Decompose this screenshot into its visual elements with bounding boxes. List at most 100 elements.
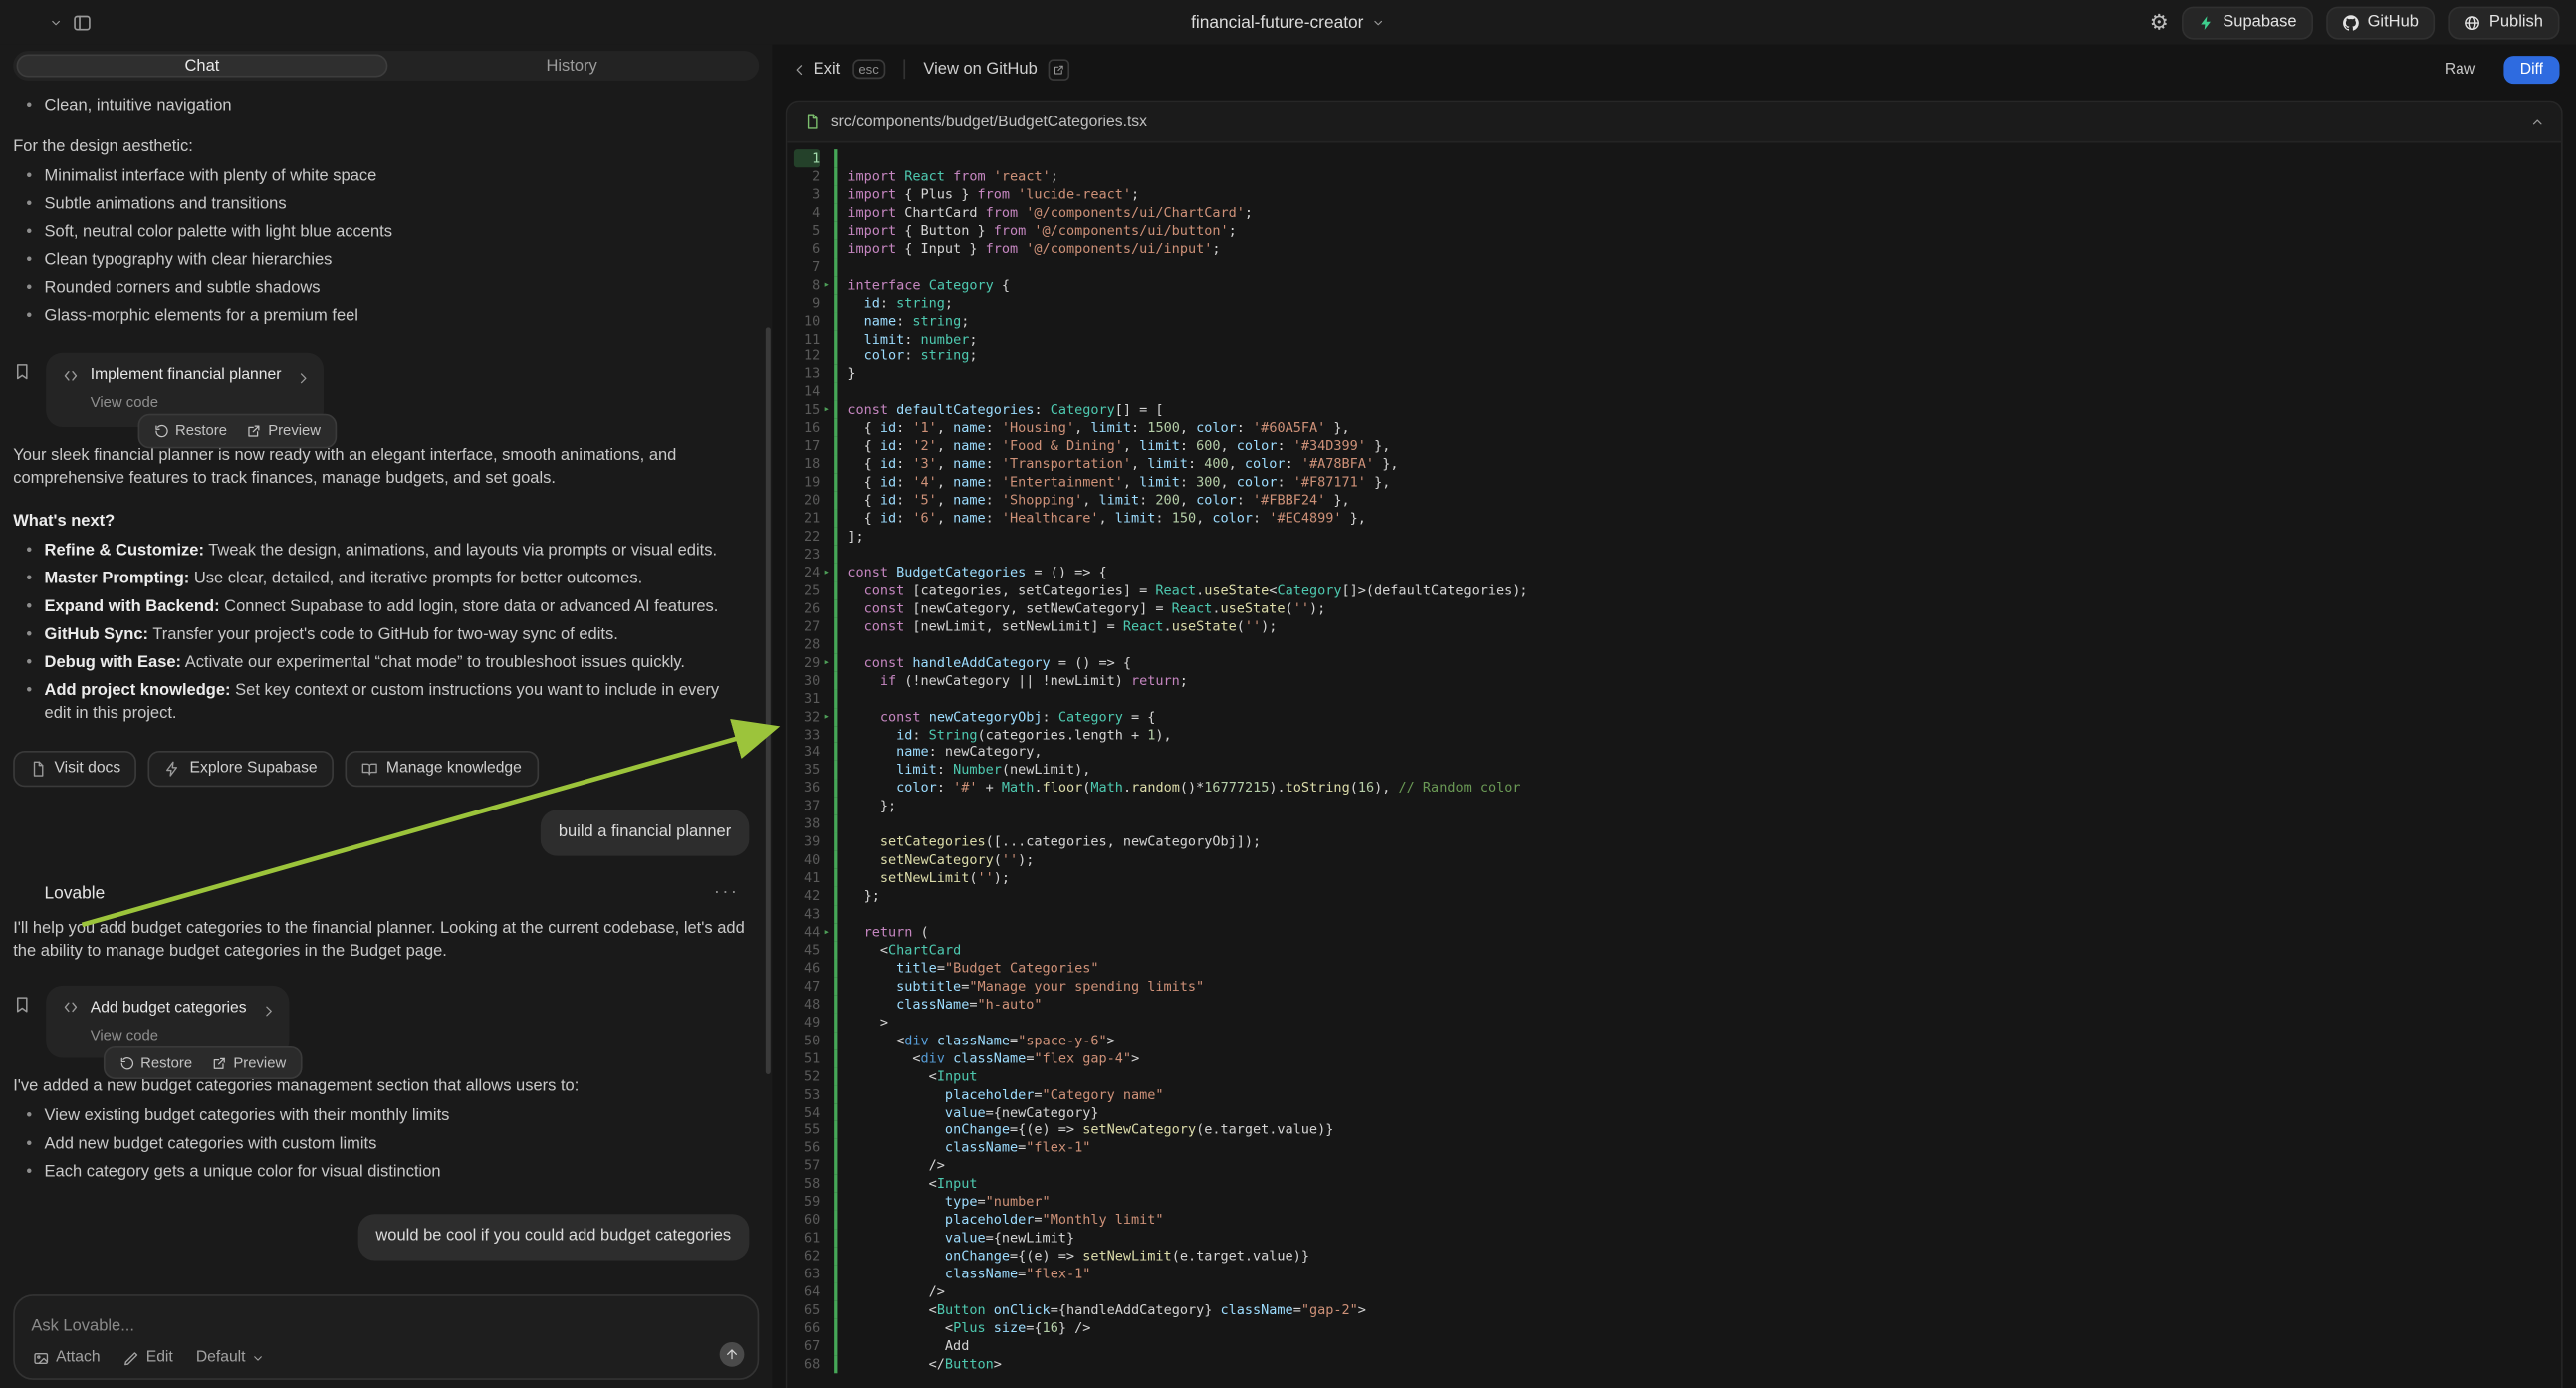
code-text: subtitle="Manage your spending limits": [834, 977, 2561, 995]
code-text: };: [834, 798, 2561, 815]
exit-button[interactable]: Exit: [792, 60, 840, 78]
edit-card-title-row: Add budget categories: [63, 997, 247, 1019]
chevron-up-icon[interactable]: [2530, 115, 2545, 129]
code-text: const defaultCategories: Category[] = [: [834, 401, 2561, 419]
message-menu-icon[interactable]: ···: [714, 881, 740, 906]
fold-spacer: [820, 330, 834, 347]
chat-messages[interactable]: Clean, intuitive navigation For the desi…: [0, 81, 772, 1284]
code-line: 25 const [categories, setCategories] = R…: [794, 581, 2561, 599]
restore-label: Restore: [175, 421, 227, 442]
fold-spacer: [820, 239, 834, 257]
diff-toggle-button[interactable]: Diff: [2503, 55, 2559, 83]
code-viewer[interactable]: 1 2import React from 'react';3import { P…: [787, 143, 2561, 1388]
restore-button[interactable]: Restore: [154, 421, 227, 442]
chevron-down-icon: [252, 1351, 265, 1364]
manage-knowledge-button[interactable]: Manage knowledge: [346, 751, 539, 788]
external-link-badge[interactable]: [1049, 59, 1069, 80]
code-text: onChange={(e) => setNewLimit(e.target.va…: [834, 1247, 2561, 1265]
preview-button[interactable]: Preview: [247, 421, 321, 442]
github-label: GitHub: [2368, 13, 2419, 31]
code-line: 5import { Button } from '@/components/ui…: [794, 221, 2561, 239]
bookmark-icon[interactable]: [13, 995, 31, 1013]
edit-card-add-budget-categories[interactable]: Add budget categories View code Restore: [46, 985, 289, 1058]
fold-spacer: [820, 1355, 834, 1373]
code-text: const [newLimit, setNewLimit] = React.us…: [834, 617, 2561, 635]
line-number: 7: [794, 258, 820, 276]
line-number: 17: [794, 437, 820, 455]
fold-spacer: [820, 185, 834, 203]
sidebar-toggle-icon[interactable]: [73, 12, 93, 32]
code-line: 62 onChange={(e) => setNewLimit(e.target…: [794, 1247, 2561, 1265]
code-line: 20 { id: '5', name: 'Shopping', limit: 2…: [794, 491, 2561, 509]
code-line: 52 <Input: [794, 1067, 2561, 1085]
line-number: 25: [794, 581, 820, 599]
fold-spacer: [820, 455, 834, 473]
line-number: 57: [794, 1157, 820, 1175]
code-edit-card-row: Add budget categories View code Restore: [13, 985, 749, 1058]
tab-history[interactable]: History: [387, 54, 756, 77]
line-number: 65: [794, 1301, 820, 1319]
list-item: Clean typography with clear hierarchies: [13, 250, 749, 273]
fold-spacer: [820, 1121, 834, 1139]
edit-card-implement-financial-planner[interactable]: Implement financial planner View code Re…: [46, 353, 324, 427]
view-code-link[interactable]: View code: [91, 393, 282, 414]
fold-spacer: [820, 798, 834, 815]
chat-scrollbar[interactable]: [766, 327, 771, 1074]
send-button[interactable]: [720, 1342, 745, 1367]
visit-docs-button[interactable]: Visit docs: [13, 751, 137, 788]
line-number: 47: [794, 977, 820, 995]
user-message: would be cool if you could add budget ca…: [357, 1215, 749, 1261]
chat-history-tabs: Chat History: [13, 51, 759, 81]
code-line: 14: [794, 383, 2561, 401]
code-line: 11 limit: number;: [794, 330, 2561, 347]
topbar-right: ⚙ Supabase GitHub Publish: [2150, 6, 2560, 39]
code-line: 13}: [794, 365, 2561, 383]
view-on-github-link[interactable]: View on GitHub: [923, 60, 1037, 78]
code-line: 58 <Input: [794, 1175, 2561, 1193]
document-icon: [30, 761, 46, 777]
raw-toggle-button[interactable]: Raw: [2428, 55, 2491, 83]
line-number: 63: [794, 1266, 820, 1283]
fold-spacer: [820, 1301, 834, 1319]
line-number: 37: [794, 798, 820, 815]
edit-button[interactable]: Edit: [123, 1349, 173, 1367]
restore-button[interactable]: Restore: [119, 1052, 192, 1073]
tab-chat[interactable]: Chat: [16, 54, 387, 77]
mode-selector[interactable]: Default: [196, 1349, 265, 1367]
project-switcher[interactable]: financial-future-creator: [1191, 12, 1385, 32]
code-text: { id: '6', name: 'Healthcare', limit: 15…: [834, 510, 2561, 528]
code-line: 21 { id: '6', name: 'Healthcare', limit:…: [794, 510, 2561, 528]
file-header[interactable]: src/components/budget/BudgetCategories.t…: [787, 102, 2561, 142]
publish-button[interactable]: Publish: [2449, 6, 2560, 39]
reply-intro: I'll help you add budget categories to t…: [13, 918, 749, 964]
attach-button[interactable]: Attach: [33, 1349, 101, 1367]
preview-button[interactable]: Preview: [212, 1052, 286, 1073]
code-text: }: [834, 365, 2561, 383]
supabase-button[interactable]: Supabase: [2182, 6, 2313, 39]
line-number: 12: [794, 347, 820, 365]
code-line: 2import React from 'react';: [794, 167, 2561, 185]
ask-lovable-input[interactable]: [31, 1317, 669, 1335]
added-bullet-list: View existing budget categories with the…: [13, 1106, 749, 1185]
code-text: >: [834, 1014, 2561, 1032]
explore-supabase-button[interactable]: Explore Supabase: [148, 751, 334, 788]
code-text: Add: [834, 1337, 2561, 1355]
code-text: placeholder="Monthly limit": [834, 1211, 2561, 1229]
settings-gear-icon[interactable]: ⚙: [2150, 12, 2169, 33]
explore-supabase-label: Explore Supabase: [190, 758, 318, 780]
line-number: 8: [794, 276, 820, 294]
code-line: 49 >: [794, 1014, 2561, 1032]
lovable-logo-icon[interactable]: [16, 11, 39, 34]
line-number: 39: [794, 833, 820, 851]
line-number: 18: [794, 455, 820, 473]
bookmark-icon[interactable]: [13, 363, 31, 381]
line-number: 34: [794, 743, 820, 761]
view-code-link[interactable]: View code: [91, 1025, 247, 1045]
code-text: [834, 258, 2561, 276]
github-button[interactable]: GitHub: [2326, 6, 2435, 39]
fold-spacer: [820, 1193, 834, 1211]
line-number: 68: [794, 1355, 820, 1373]
publish-label: Publish: [2489, 13, 2543, 31]
chevron-down-icon[interactable]: [49, 16, 62, 29]
topbar: financial-future-creator ⚙ Supabase GitH…: [0, 0, 2576, 45]
